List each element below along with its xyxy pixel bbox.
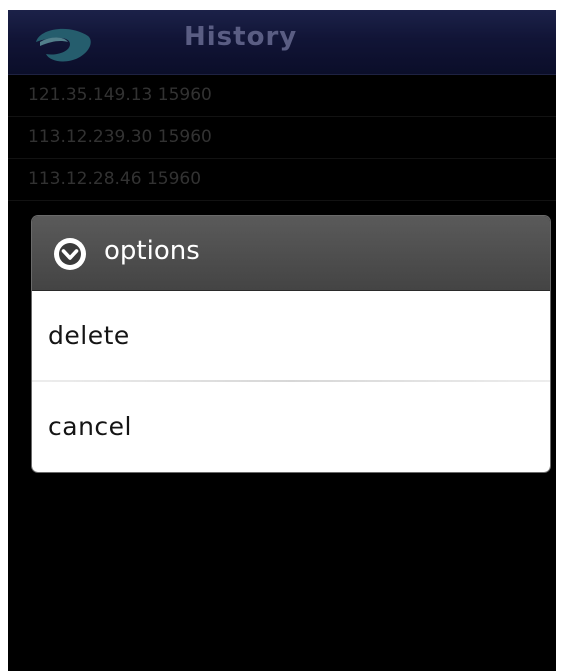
app-screen: History 121.35.149.13 15960 113.12.239.3… <box>8 10 556 671</box>
dialog-header: options <box>32 216 550 291</box>
dialog-title: options <box>104 236 200 266</box>
cancel-option[interactable]: cancel <box>32 382 550 471</box>
delete-option[interactable]: delete <box>32 291 550 380</box>
chevron-down-circle-icon <box>54 238 86 270</box>
dialog-options-list: delete cancel <box>32 291 550 472</box>
options-dialog: options delete cancel <box>32 216 550 472</box>
